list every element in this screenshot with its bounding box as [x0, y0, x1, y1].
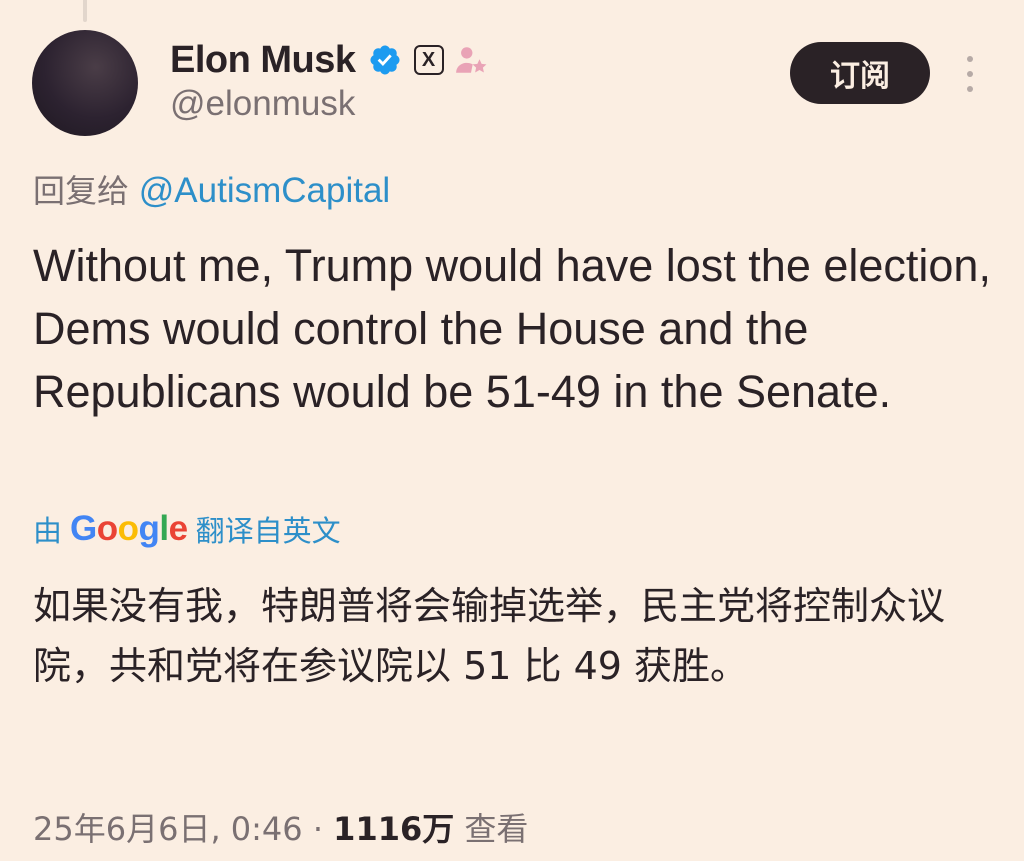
google-letter: o	[96, 509, 118, 548]
timestamp[interactable]: 25年6月6日, 0:46	[33, 810, 303, 848]
x-affiliation-icon[interactable]: X	[413, 45, 444, 75]
google-letter: G	[70, 509, 97, 548]
subscribe-button[interactable]: 订阅	[790, 42, 930, 104]
tweet-meta: 25年6月6日, 0:46 · 1116万 查看	[33, 804, 528, 850]
google-logo: Google	[70, 509, 188, 549]
more-vertical-icon[interactable]	[958, 56, 982, 92]
author-display-name[interactable]: Elon Musk	[170, 39, 356, 82]
verified-badge-icon[interactable]	[368, 43, 402, 77]
x-affiliation-label: X	[421, 49, 436, 71]
google-letter: o	[117, 509, 139, 548]
tweet-text: Without me, Trump would have lost the el…	[33, 240, 991, 417]
views-count: 1116万	[333, 810, 455, 848]
thread-connector-line	[83, 0, 87, 22]
avatar[interactable]	[32, 30, 138, 136]
translation-prefix: 由	[33, 514, 63, 548]
translation-suffix: 翻译自英文	[195, 514, 341, 548]
google-letter: e	[168, 509, 188, 548]
translation-attribution[interactable]: 由 Google 翻译自英文	[33, 506, 341, 552]
author-name-row: Elon Musk X	[170, 36, 488, 84]
reply-prefix: 回复给	[33, 172, 130, 210]
author-handle[interactable]: @elonmusk	[170, 84, 355, 124]
translated-text: 如果没有我，特朗普将会输掉选举，民主党将控制众议院，共和党将在参议院以 51 比…	[33, 584, 946, 688]
google-letter: l	[159, 509, 169, 548]
reply-mention-link[interactable]: @AutismCapital	[139, 171, 390, 210]
meta-separator: ·	[312, 810, 323, 848]
views-label: 查看	[464, 810, 529, 848]
reply-context: 回复给 @AutismCapital	[33, 166, 390, 212]
person-star-icon[interactable]	[454, 43, 488, 77]
google-letter: g	[138, 509, 160, 548]
